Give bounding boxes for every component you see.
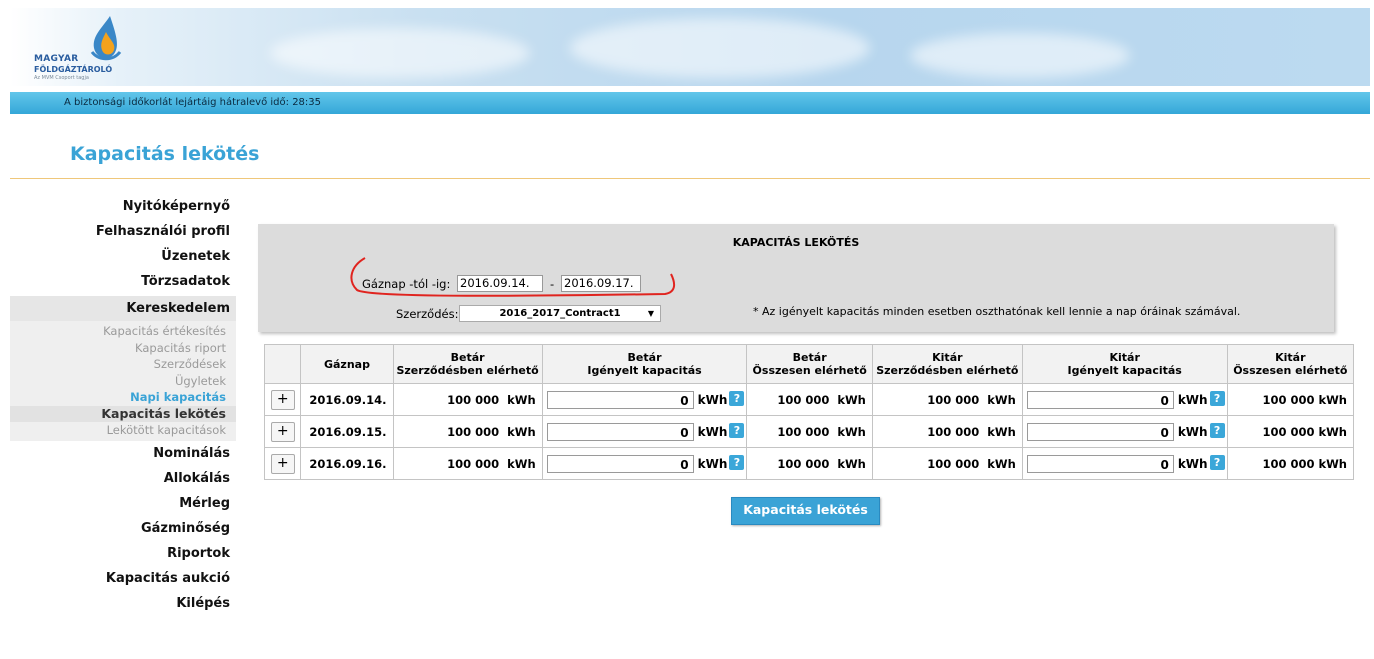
column-header-gaznap: Gáznap (300, 344, 394, 384)
help-icon[interactable]: ? (729, 454, 745, 470)
betar-osszesen-cell: 100 000 kWh (746, 447, 873, 480)
sidebar-subitem-ugyletek[interactable]: Ügyletek (10, 373, 236, 390)
table-row: + 2016.09.16. 100 000 kWh 0 kWh? 100 000… (263, 447, 1355, 480)
kitar-igenyelt-input[interactable]: 0 (1026, 390, 1174, 409)
betar-szerz-cell: 100 000 kWh (392, 447, 543, 480)
kitar-szerz-cell: 100 000 kWh (871, 383, 1023, 416)
sidebar-submenu: Kapacitás értékesítés Kapacitás riport S… (10, 321, 236, 441)
sidebar-subitem-napi-kapacitas[interactable]: Napi kapacitás (10, 389, 236, 406)
sidebar-item-merleg[interactable]: Mérleg (10, 491, 236, 516)
sidebar-subitem-szerzodesek[interactable]: Szerződések (10, 356, 236, 373)
logo-tagline: Az MVM Csoport tagja (34, 75, 89, 81)
sidebar-subitem-kapacitas-riport[interactable]: Kapacitás riport (10, 340, 236, 357)
expand-cell: + (263, 447, 302, 480)
betar-igenyelt-input[interactable]: 0 (546, 422, 694, 441)
kitar-igenyelt-cell: 0 kWh? (1021, 447, 1228, 480)
cloud-decoration (570, 18, 870, 78)
logo-text: FÖLDGÁZTÁROLÓ (34, 65, 113, 74)
betar-osszesen-cell: 100 000 kWh (746, 415, 873, 448)
betar-igenyelt-cell: 0 kWh? (541, 383, 748, 416)
table-row: + 2016.09.14. 100 000 kWh 0 kWh? 100 000… (263, 383, 1355, 416)
contract-label: Szerződés: (396, 307, 459, 321)
gaznap-cell: 2016.09.14. (300, 383, 394, 416)
sidebar-item-kereskedelem[interactable]: Kereskedelem (10, 296, 236, 321)
flame-drop-icon (90, 16, 122, 61)
help-icon[interactable]: ? (1209, 422, 1225, 438)
column-header-kitar-osszesen: Kitár Összesen elérhető (1226, 344, 1355, 384)
panel-title: KAPACITÁS LEKÖTÉS (732, 236, 860, 249)
betar-szerz-cell: 100 000 kWh (392, 415, 543, 448)
kitar-igenyelt-cell: 0 kWh? (1021, 383, 1228, 416)
cloud-decoration (270, 28, 530, 78)
contract-select-value: 2016_2017_Contract1 (499, 308, 621, 319)
column-header-kitar-szerz: Kitár Szerződésben elérhető (871, 344, 1023, 384)
gaznap-cell: 2016.09.16. (300, 447, 394, 480)
kitar-osszesen-cell: 100 000 kWh (1226, 447, 1355, 480)
sidebar-item-riportok[interactable]: Riportok (10, 541, 236, 566)
capacity-note: * Az igényelt kapacitás minden esetben o… (753, 305, 1241, 318)
help-icon[interactable]: ? (1209, 454, 1225, 470)
table-row: + 2016.09.15. 100 000 kWh 0 kWh? 100 000… (263, 415, 1355, 448)
column-header-betar-osszesen: Betár Összesen elérhető (746, 344, 873, 384)
kapacitas-lekotes-submit-button[interactable]: Kapacitás lekötés (731, 497, 880, 525)
betar-osszesen-cell: 100 000 kWh (746, 383, 873, 416)
sidebar-subitem-kapacitas-lekotes[interactable]: Kapacitás lekötés (10, 405, 236, 422)
sidebar-item-felhasznaloi-profil[interactable]: Felhasználói profil (10, 219, 236, 244)
expand-button[interactable]: + (270, 389, 295, 410)
session-timer-bar: A biztonsági időkorlát lejártáig hátrale… (10, 92, 1370, 114)
contract-select[interactable]: 2016_2017_Contract1 ▼ (459, 305, 661, 322)
help-icon[interactable]: ? (1209, 390, 1225, 406)
betar-igenyelt-input[interactable]: 0 (546, 454, 694, 473)
cloud-decoration (910, 33, 1130, 78)
kitar-igenyelt-cell: 0 kWh? (1021, 415, 1228, 448)
date-range-label: Gáznap -tól -ig: (362, 277, 451, 291)
sidebar-item-kilepes[interactable]: Kilépés (10, 591, 236, 616)
date-separator: - (550, 277, 555, 291)
gaznap-cell: 2016.09.15. (300, 415, 394, 448)
date-from-input[interactable]: 2016.09.14. (457, 275, 543, 292)
expand-button[interactable]: + (270, 453, 295, 474)
kitar-osszesen-cell: 100 000 kWh (1226, 415, 1355, 448)
sidebar-subitem-lekotott-kapacitasok[interactable]: Lekötött kapacitások (10, 422, 236, 439)
page-title: Kapacitás lekötés (70, 143, 260, 165)
betar-igenyelt-cell: 0 kWh? (541, 415, 748, 448)
column-header-betar-igenyelt: Betár Igényelt kapacitás (541, 344, 748, 384)
header-banner: MAGYAR FÖLDGÁZTÁROLÓ Az MVM Csoport tagj… (10, 8, 1370, 86)
sidebar-item-nominalas[interactable]: Nominálás (10, 441, 236, 466)
expand-cell: + (263, 415, 302, 448)
help-icon[interactable]: ? (729, 422, 745, 438)
divider (10, 178, 1370, 179)
capacity-table: Gáznap Betár Szerződésben elérhető Betár I… (263, 344, 1355, 480)
date-to-input[interactable]: 2016.09.17. (561, 275, 641, 292)
betar-igenyelt-input[interactable]: 0 (546, 390, 694, 409)
betar-igenyelt-cell: 0 kWh? (541, 447, 748, 480)
sidebar-item-torzsadatok[interactable]: Törzsadatok (10, 269, 236, 294)
sidebar-item-allokalas[interactable]: Allokálás (10, 466, 236, 491)
kitar-igenyelt-input[interactable]: 0 (1026, 422, 1174, 441)
logo-text: MAGYAR (34, 54, 79, 64)
kitar-szerz-cell: 100 000 kWh (871, 447, 1023, 480)
kitar-igenyelt-input[interactable]: 0 (1026, 454, 1174, 473)
column-header-betar-szerz: Betár Szerződésben elérhető (392, 344, 543, 384)
sidebar-nav: Nyitóképernyő Felhasználói profil Üzenet… (10, 194, 236, 616)
company-logo[interactable]: MAGYAR FÖLDGÁZTÁROLÓ Az MVM Csoport tagj… (24, 14, 134, 84)
sidebar-item-kapacitas-aukcio[interactable]: Kapacitás aukció (10, 566, 236, 591)
column-header-expand (263, 344, 302, 384)
dropdown-arrow-icon: ▼ (647, 309, 654, 318)
column-header-kitar-igenyelt: Kitár Igényelt kapacitás (1021, 344, 1228, 384)
kitar-osszesen-cell: 100 000 kWh (1226, 383, 1355, 416)
expand-cell: + (263, 383, 302, 416)
table-header-row: Gáznap Betár Szerződésben elérhető Betár I… (263, 344, 1355, 384)
expand-button[interactable]: + (270, 421, 295, 442)
sidebar-item-nyitokepernyo[interactable]: Nyitóképernyő (10, 194, 236, 219)
sidebar-item-uzenetek[interactable]: Üzenetek (10, 244, 236, 269)
betar-szerz-cell: 100 000 kWh (392, 383, 543, 416)
sidebar-item-gazminoseg[interactable]: Gázminőség (10, 516, 236, 541)
help-icon[interactable]: ? (729, 390, 745, 406)
session-timer-text: A biztonsági időkorlát lejártáig hátrale… (64, 97, 322, 108)
sidebar-subitem-kapacitas-ertekesites[interactable]: Kapacitás értékesítés (10, 323, 236, 340)
kitar-szerz-cell: 100 000 kWh (871, 415, 1023, 448)
